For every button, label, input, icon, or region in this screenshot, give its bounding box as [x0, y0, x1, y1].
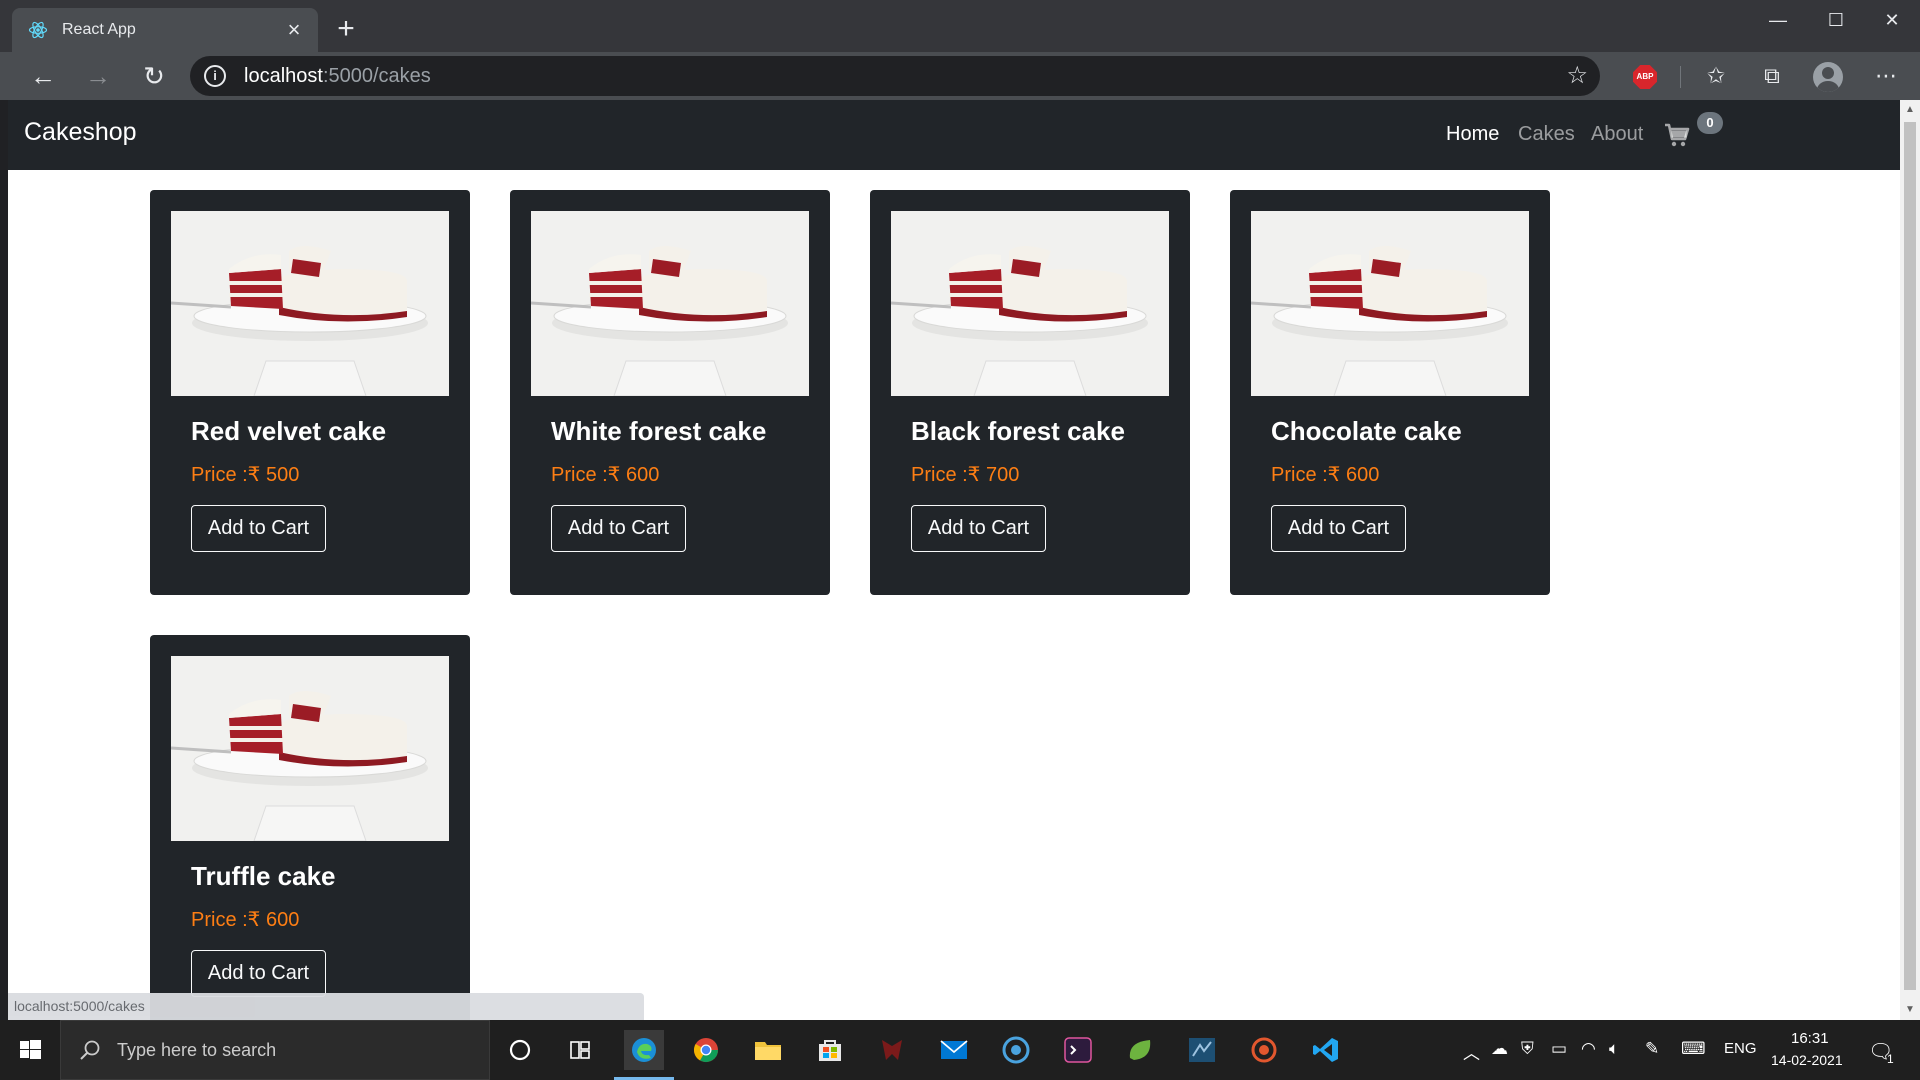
favorites-icon[interactable]: ✩: [1698, 58, 1734, 94]
chrome-icon[interactable]: [686, 1030, 726, 1070]
cake-price: Price :₹ 600: [1271, 464, 1380, 486]
page-scrollbar[interactable]: ▲ ▼: [1900, 100, 1920, 1020]
minimize-icon[interactable]: —: [1750, 0, 1806, 40]
add-to-cart-button[interactable]: Add to Cart: [551, 505, 686, 552]
window-edge: [0, 100, 8, 1020]
cake-image: [171, 211, 449, 396]
scrollbar-thumb[interactable]: [1904, 122, 1916, 990]
brand-logo[interactable]: Cakeshop: [24, 118, 137, 147]
add-to-cart-button[interactable]: Add to Cart: [191, 950, 326, 997]
cake-image: [171, 656, 449, 841]
cake-price: Price :₹ 700: [911, 464, 1020, 486]
cake-name: White forest cake: [551, 416, 767, 446]
new-tab-icon[interactable]: +: [328, 12, 364, 48]
mysql-workbench-icon[interactable]: [1182, 1030, 1222, 1070]
cake-photo: [171, 211, 449, 396]
cake-card: White forest cake Price :₹ 600 Add to Cart: [510, 190, 830, 595]
cake-price: Price :₹ 600: [191, 909, 300, 931]
cake-price: Price :₹ 500: [191, 464, 300, 486]
scroll-up-icon[interactable]: ▲: [1900, 100, 1920, 120]
volume-icon[interactable]: 🔈︎: [1609, 1039, 1619, 1059]
spring-tools-icon[interactable]: [1120, 1030, 1160, 1070]
search-placeholder: Type here to search: [117, 1039, 277, 1060]
cake-card: Red velvet cake Price :₹ 500 Add to Cart: [150, 190, 470, 595]
forward-icon[interactable]: →: [80, 58, 116, 94]
recorder-icon[interactable]: [1244, 1030, 1284, 1070]
search-icon: [80, 1040, 100, 1060]
cake-name: Truffle cake: [191, 861, 336, 891]
edge-icon[interactable]: [614, 1030, 674, 1080]
task-view-icon[interactable]: [560, 1030, 600, 1070]
keyboard-icon[interactable]: ⌨: [1681, 1039, 1706, 1059]
windows-start-icon[interactable]: [0, 1020, 60, 1080]
gaming-app-icon[interactable]: [872, 1030, 912, 1070]
tab-title: React App: [62, 21, 136, 38]
shopping-cart-icon[interactable]: [1664, 122, 1690, 148]
cake-image: [891, 211, 1169, 396]
navbar: Cakeshop Home Cakes About 0: [8, 100, 1900, 170]
nav-about[interactable]: About: [1591, 123, 1643, 146]
adblock-icon[interactable]: ABP: [1633, 65, 1657, 89]
store-icon[interactable]: [810, 1030, 850, 1070]
cake-image: [531, 211, 809, 396]
add-to-cart-button[interactable]: Add to Cart: [1271, 505, 1406, 552]
mail-icon[interactable]: [934, 1030, 974, 1070]
url-text[interactable]: localhost:5000/cakes: [244, 65, 431, 88]
cake-photo: [1251, 211, 1529, 396]
more-menu-icon[interactable]: ⋯: [1868, 58, 1904, 94]
reload-icon[interactable]: ↻: [136, 58, 172, 94]
browser-toolbar: ← → ↻ i localhost:5000/cakes ☆ ABP ✩ ⧉ ⋯: [0, 52, 1920, 100]
pen-icon[interactable]: ✎: [1645, 1039, 1659, 1059]
nav-cakes[interactable]: Cakes: [1518, 123, 1575, 146]
tab-close-icon[interactable]: ×: [280, 16, 308, 44]
cake-photo: [171, 656, 449, 841]
windows-taskbar: Type here to search ︿ ☁ ⛨ ▭ ◠ 🔈︎ ✎ ⌨ ENG…: [0, 1020, 1920, 1080]
onedrive-icon[interactable]: ☁: [1491, 1039, 1508, 1059]
toolbar-divider: [1680, 66, 1681, 88]
cake-image: [1251, 211, 1529, 396]
file-explorer-icon[interactable]: [748, 1030, 788, 1070]
window-close-icon[interactable]: ✕: [1864, 0, 1920, 40]
address-bar[interactable]: i localhost:5000/cakes ☆: [190, 56, 1600, 96]
add-favorite-icon[interactable]: ☆: [1566, 62, 1588, 90]
settings-app-icon[interactable]: [996, 1030, 1036, 1070]
wifi-icon[interactable]: ◠: [1581, 1039, 1596, 1059]
site-info-icon[interactable]: i: [204, 65, 226, 87]
notification-count: 1: [1887, 1052, 1894, 1066]
cake-card: Chocolate cake Price :₹ 600 Add to Cart: [1230, 190, 1550, 595]
cake-photo: [891, 211, 1169, 396]
vscode-icon[interactable]: [1306, 1030, 1346, 1070]
clock-time[interactable]: 16:31: [1791, 1030, 1829, 1047]
page-viewport: Cakeshop Home Cakes About 0 Red velvet c…: [0, 100, 1920, 1020]
status-url: localhost:5000/cakes: [8, 993, 644, 1020]
cake-name: Red velvet cake: [191, 416, 387, 446]
back-icon[interactable]: ←: [25, 58, 61, 94]
react-icon: [28, 21, 48, 39]
cake-name: Chocolate cake: [1271, 416, 1462, 446]
cake-photo: [531, 211, 809, 396]
clock-date[interactable]: 14-02-2021: [1771, 1052, 1843, 1068]
show-hidden-icons[interactable]: ︿: [1463, 1039, 1480, 1064]
battery-icon[interactable]: ▭: [1551, 1039, 1567, 1059]
security-icon[interactable]: ⛨: [1521, 1039, 1534, 1059]
terminal-icon[interactable]: [1058, 1030, 1098, 1070]
browser-tab[interactable]: React App ×: [12, 8, 318, 52]
browser-tab-bar: React App × + — ☐ ✕: [0, 0, 1920, 52]
taskbar-search[interactable]: Type here to search: [60, 1020, 490, 1080]
collections-icon[interactable]: ⧉: [1754, 58, 1790, 94]
cortana-icon[interactable]: [500, 1030, 540, 1070]
cake-card: Truffle cake Price :₹ 600 Add to Cart: [150, 635, 470, 1020]
language-indicator[interactable]: ENG: [1724, 1040, 1757, 1057]
cake-name: Black forest cake: [911, 416, 1125, 446]
nav-home[interactable]: Home: [1446, 123, 1499, 146]
cake-price: Price :₹ 600: [551, 464, 660, 486]
cake-card: Black forest cake Price :₹ 700 Add to Cart: [870, 190, 1190, 595]
scroll-down-icon[interactable]: ▼: [1900, 1000, 1920, 1020]
add-to-cart-button[interactable]: Add to Cart: [911, 505, 1046, 552]
cart-count-badge: 0: [1697, 112, 1723, 134]
maximize-icon[interactable]: ☐: [1808, 0, 1864, 40]
profile-avatar[interactable]: [1813, 62, 1843, 92]
add-to-cart-button[interactable]: Add to Cart: [191, 505, 326, 552]
